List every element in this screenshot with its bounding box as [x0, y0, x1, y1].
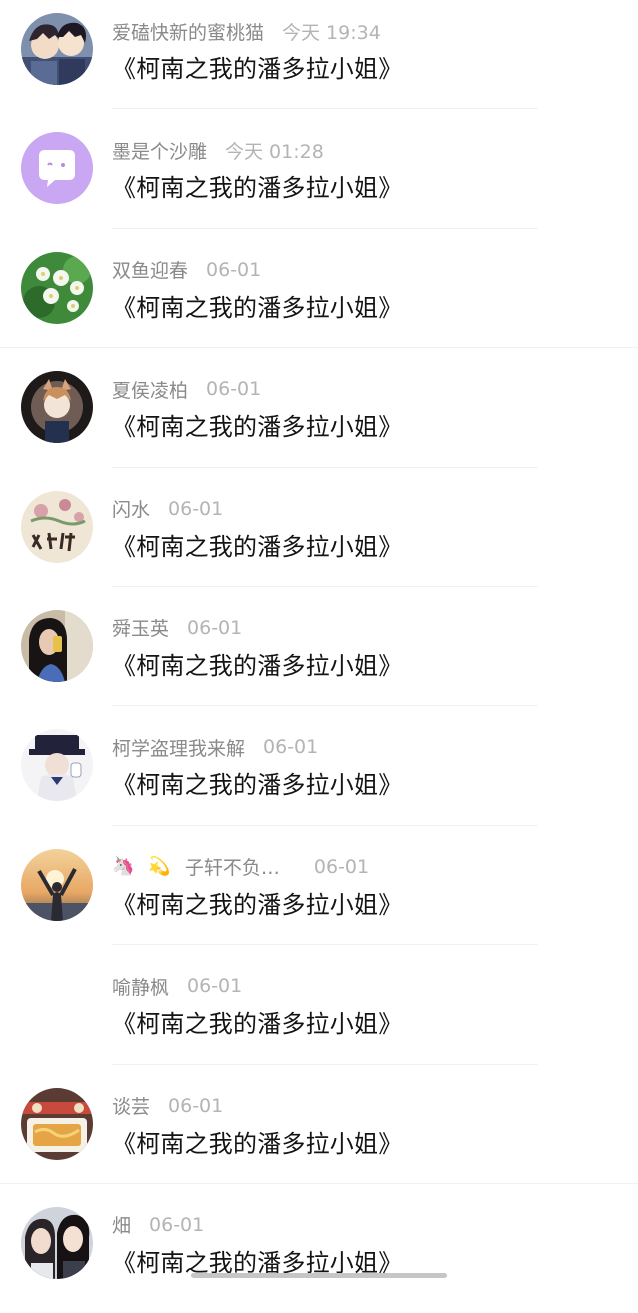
comment-meta: 喻静枫 06-01 [112, 973, 242, 999]
anime-fox-girl-avatar[interactable] [21, 371, 93, 444]
username[interactable]: 谈芸 [112, 1092, 150, 1119]
username[interactable]: 柯学盗理我来解 [112, 734, 245, 761]
comment-text: 《柯南之我的潘多拉小姐》 [112, 532, 403, 561]
comment-time: 06-01 [187, 616, 243, 639]
comment-meta: 谈芸 06-01 [112, 1093, 223, 1119]
divider [0, 347, 638, 349]
comment-item[interactable]: 谈芸 06-01 《柯南之我的潘多拉小姐》 [0, 1075, 638, 1194]
comment-time: 06-01 [206, 378, 262, 401]
comment-item[interactable]: 夏侯凌柏 06-01 《柯南之我的潘多拉小姐》 [0, 358, 638, 477]
divider [112, 466, 538, 468]
divider [112, 585, 538, 587]
username[interactable]: 喻静枫 [112, 973, 169, 1000]
comment-meta: 柯学盗理我来解 06-01 [112, 734, 318, 760]
comment-list: 爱磕快新的蜜桃猫 今天 19:34 《柯南之我的潘多拉小姐》 墨是个沙雕 今天 … [0, 0, 638, 1313]
comment-meta: 墨是个沙雕 今天 01:28 [112, 137, 324, 163]
comment-time: 今天 01:28 [225, 140, 324, 163]
white-flowers-avatar[interactable] [21, 251, 93, 324]
two-girls-avatar[interactable] [21, 1206, 93, 1279]
comment-meta: 闪水 06-01 [112, 496, 223, 522]
home-indicator[interactable] [191, 1273, 447, 1278]
sunset-silhouette-avatar[interactable] [21, 848, 93, 921]
divider [112, 1063, 538, 1065]
sparkle-star-icon: 💫 [148, 856, 171, 878]
unicorn-icon: 🦄 [112, 856, 135, 878]
username[interactable]: 子轩不负… [185, 853, 280, 880]
divider [112, 944, 538, 946]
comment-time: 06-01 [263, 736, 319, 759]
comment-text: 《柯南之我的潘多拉小姐》 [112, 413, 403, 442]
divider [112, 824, 538, 826]
comment-meta: 爱磕快新的蜜桃猫 今天 19:34 [112, 18, 381, 44]
comment-meta: 畑 06-01 [112, 1212, 204, 1238]
kaito-kid-avatar[interactable] [21, 729, 93, 802]
comment-time: 06-01 [168, 1094, 224, 1117]
comment-text: 《柯南之我的潘多拉小姐》 [112, 174, 403, 203]
comment-item[interactable]: 爱磕快新的蜜桃猫 今天 19:34 《柯南之我的潘多拉小姐》 [0, 0, 638, 119]
comment-item[interactable]: 墨是个沙雕 今天 01:28 《柯南之我的潘多拉小姐》 [0, 119, 638, 238]
chat-bubble-avatar[interactable] [21, 132, 93, 205]
comment-time: 06-01 [168, 497, 224, 520]
divider [112, 705, 538, 707]
comment-item[interactable]: 舜玉英 06-01 《柯南之我的潘多拉小姐》 [0, 597, 638, 716]
blank-avatar[interactable] [21, 968, 93, 1041]
comment-item[interactable]: 喻静枫 06-01 《柯南之我的潘多拉小姐》 [0, 955, 638, 1074]
comment-meta: 双鱼迎春 06-01 [112, 257, 261, 283]
comment-text: 《柯南之我的潘多拉小姐》 [112, 293, 403, 322]
comment-item[interactable]: 畑 06-01 《柯南之我的潘多拉小姐》 [0, 1194, 638, 1313]
divider [0, 1182, 638, 1184]
comment-item[interactable]: 🦄 💫 子轩不负… 06-01 《柯南之我的潘多拉小姐》 [0, 836, 638, 955]
comment-time: 06-01 [313, 855, 370, 878]
comment-time: 06-01 [187, 975, 243, 998]
comment-text: 《柯南之我的潘多拉小姐》 [112, 890, 403, 919]
divider [112, 227, 538, 229]
comment-item[interactable]: 闪水 06-01 《柯南之我的潘多拉小姐》 [0, 478, 638, 597]
comment-text: 《柯南之我的潘多拉小姐》 [112, 1129, 403, 1158]
username[interactable]: 闪水 [112, 495, 150, 522]
comment-item[interactable]: 双鱼迎春 06-01 《柯南之我的潘多拉小姐》 [0, 239, 638, 358]
divider [112, 108, 538, 110]
comment-time: 06-01 [149, 1213, 205, 1236]
username[interactable]: 畑 [112, 1211, 131, 1238]
comment-item[interactable]: 柯学盗理我来解 06-01 《柯南之我的潘多拉小姐》 [0, 716, 638, 835]
floral-calligraphy-avatar[interactable] [21, 490, 93, 563]
username[interactable]: 爱磕快新的蜜桃猫 [112, 18, 264, 45]
food-tray-avatar[interactable] [21, 1087, 93, 1160]
comment-meta: 🦄 💫 子轩不负… 06-01 [112, 854, 369, 880]
comment-text: 《柯南之我的潘多拉小姐》 [112, 1010, 403, 1039]
anime-boys-avatar[interactable] [21, 13, 93, 85]
comment-time: 今天 19:34 [282, 21, 381, 44]
username[interactable]: 双鱼迎春 [112, 256, 188, 283]
username[interactable]: 舜玉英 [112, 614, 169, 641]
username[interactable]: 夏侯凌柏 [112, 376, 188, 403]
woman-selfie-avatar[interactable] [21, 609, 93, 682]
comment-text: 《柯南之我的潘多拉小姐》 [112, 651, 403, 680]
comment-meta: 舜玉英 06-01 [112, 615, 242, 641]
comment-text: 《柯南之我的潘多拉小姐》 [112, 55, 403, 83]
comment-time: 06-01 [206, 258, 262, 281]
username[interactable]: 墨是个沙雕 [112, 137, 207, 164]
comment-meta: 夏侯凌柏 06-01 [112, 376, 261, 402]
comment-text: 《柯南之我的潘多拉小姐》 [112, 771, 403, 800]
